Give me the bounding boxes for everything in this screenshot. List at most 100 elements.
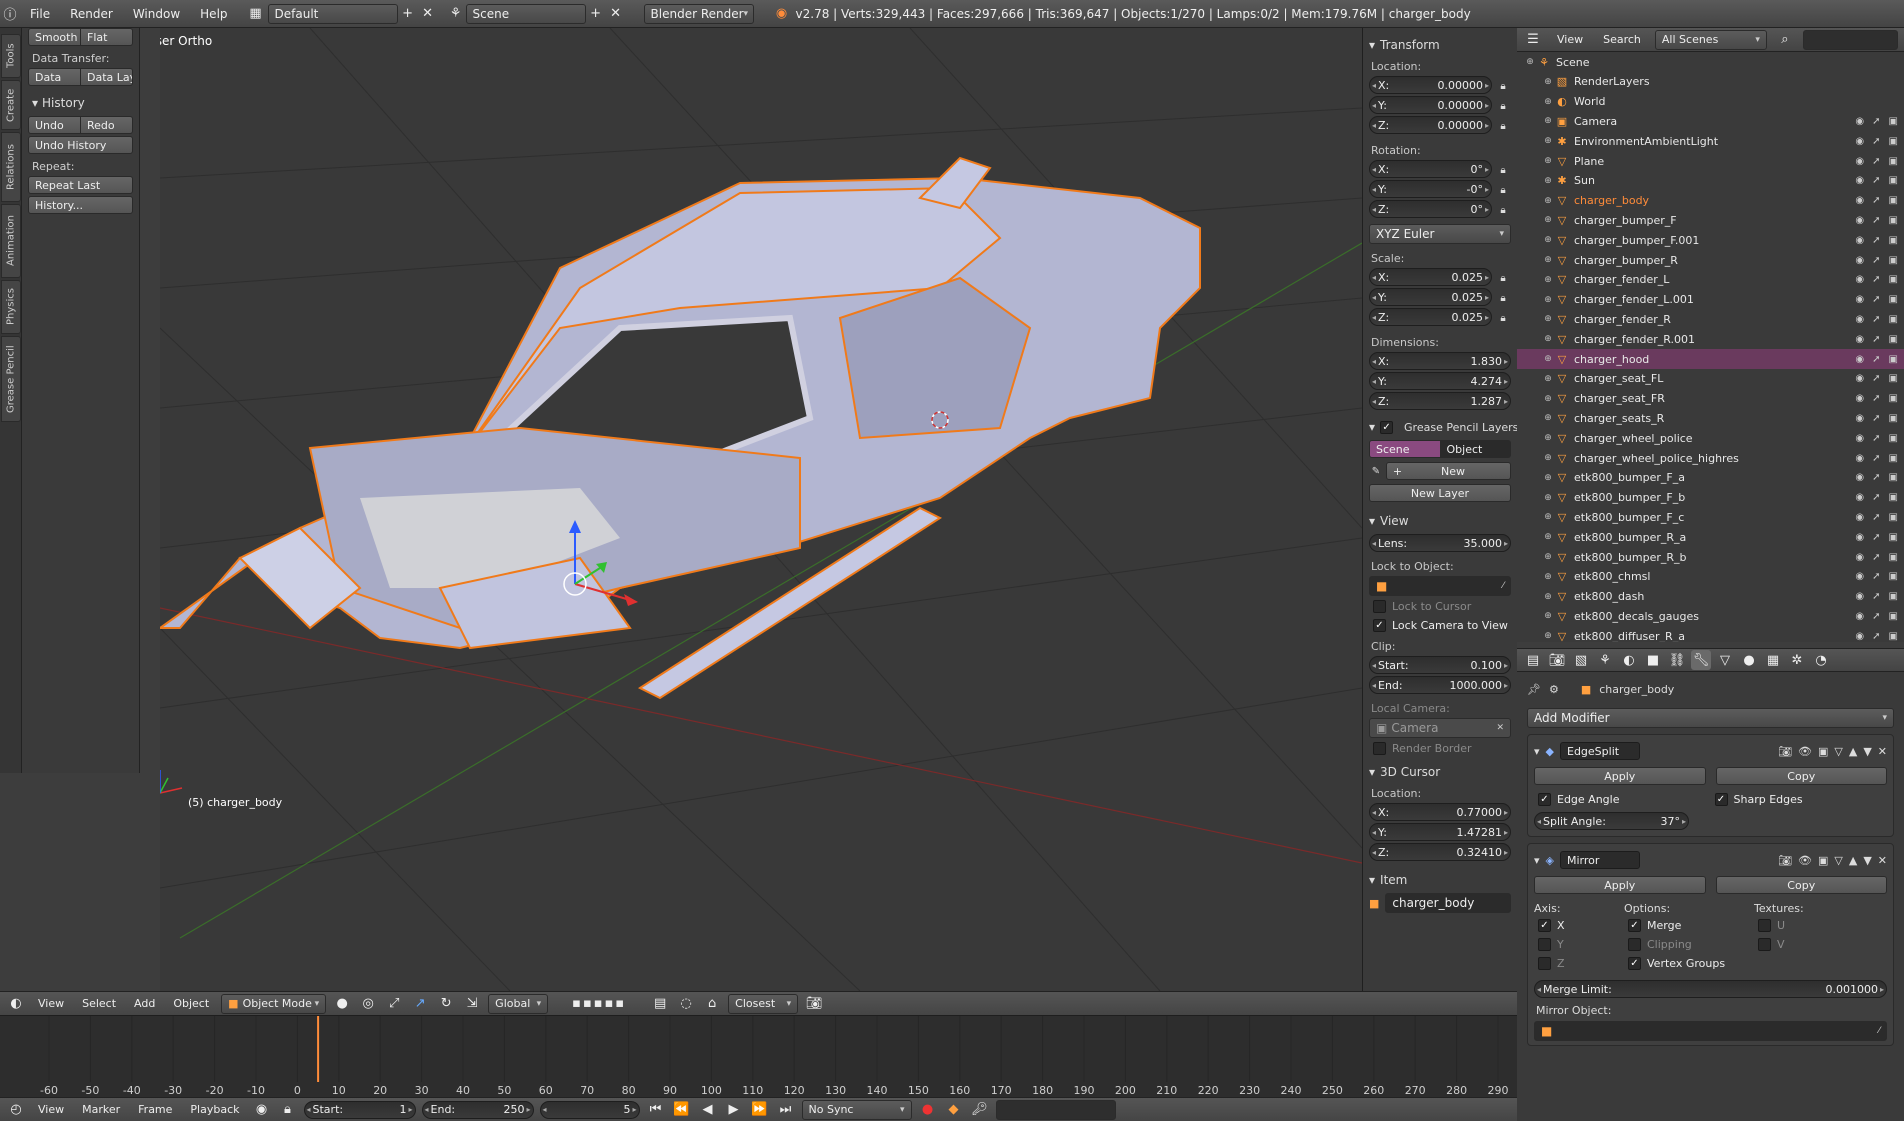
- expand-icon[interactable]: ⊕: [1541, 453, 1555, 463]
- edge-angle-checkbox[interactable]: ✓: [1538, 793, 1551, 806]
- preview-range-icon[interactable]: ◉: [252, 1100, 272, 1120]
- cursor-x-field[interactable]: X:0.77000: [1369, 803, 1511, 821]
- expand-icon[interactable]: ⊕: [1541, 334, 1555, 344]
- cursor-icon[interactable]: ➚: [1872, 195, 1880, 206]
- expand-icon[interactable]: ⊕: [1541, 611, 1555, 621]
- pivot-icon[interactable]: ◎: [358, 994, 378, 1014]
- move-up-icon[interactable]: ▲: [1849, 745, 1857, 758]
- eye-icon[interactable]: ◉: [1855, 591, 1864, 602]
- snap-icon[interactable]: ⌂: [702, 994, 722, 1014]
- menu-window[interactable]: Window: [123, 7, 190, 21]
- outliner-editor-icon[interactable]: ☰: [1523, 30, 1543, 50]
- cursor-icon[interactable]: ➚: [1872, 136, 1880, 147]
- scene-tab-icon[interactable]: ⚘: [1595, 650, 1615, 670]
- cursor-y-field[interactable]: Y:1.47281: [1369, 823, 1511, 841]
- data-tab-icon[interactable]: ▽: [1715, 650, 1735, 670]
- undo-button[interactable]: Undo: [28, 116, 81, 134]
- cursor-icon[interactable]: ➚: [1872, 156, 1880, 167]
- eye-icon[interactable]: ◉: [1855, 631, 1864, 642]
- cursor-icon[interactable]: ➚: [1872, 492, 1880, 503]
- eye-icon[interactable]: ◉: [1855, 512, 1864, 523]
- expand-icon[interactable]: ⊕: [1541, 116, 1555, 126]
- eye-icon[interactable]: ◉: [1855, 294, 1864, 305]
- mode-select[interactable]: ■ Object Mode ▾: [221, 993, 327, 1014]
- cursor-icon[interactable]: ➚: [1872, 373, 1880, 384]
- expand-icon[interactable]: ⊕: [1541, 314, 1555, 324]
- outliner-row[interactable]: ⊕ ▽ charger_bumper_R ◉ ➚ ▣: [1517, 250, 1904, 270]
- chevron-down-icon[interactable]: ▾: [1534, 854, 1540, 867]
- outliner-row[interactable]: ⊕ ▽ etk800_dash ◉ ➚ ▣: [1517, 587, 1904, 607]
- cursor-icon[interactable]: ➚: [1872, 472, 1880, 483]
- start-frame-field[interactable]: Start:1: [303, 1100, 416, 1119]
- outliner-row[interactable]: ⊕ ▽ charger_bumper_F ◉ ➚ ▣: [1517, 210, 1904, 230]
- cursor-icon[interactable]: ➚: [1872, 413, 1880, 424]
- axis-z-row[interactable]: Z: [1538, 957, 1624, 970]
- expand-icon[interactable]: ⊕: [1541, 413, 1555, 423]
- 3d-cursor-panel-header[interactable]: ▾ 3D Cursor: [1369, 765, 1511, 779]
- expand-icon[interactable]: ⊕: [1541, 394, 1555, 404]
- end-frame-field[interactable]: End:250: [421, 1100, 534, 1119]
- camera-icon[interactable]: ▣: [1889, 591, 1898, 602]
- rotate-icon[interactable]: ↻: [436, 994, 456, 1014]
- object-tab-icon[interactable]: ■: [1643, 650, 1663, 670]
- apply-button[interactable]: Apply: [1534, 767, 1706, 785]
- repeat-last-button[interactable]: Repeat Last: [28, 176, 133, 194]
- data-layout-button[interactable]: Data Lay: [81, 68, 133, 86]
- tab-create[interactable]: Create: [1, 80, 21, 130]
- scale-icon[interactable]: ⇲: [462, 994, 482, 1014]
- translate-icon[interactable]: ↗: [410, 994, 430, 1014]
- lock-to-cursor-checkbox[interactable]: [1373, 600, 1386, 613]
- layout-grid-icon[interactable]: ▦: [246, 4, 266, 24]
- lock-to-cursor-row[interactable]: Lock to Cursor: [1373, 600, 1511, 613]
- outliner-row[interactable]: ⊕ ▽ etk800_chmsl ◉ ➚ ▣: [1517, 567, 1904, 587]
- texture-v-row[interactable]: V: [1758, 938, 1804, 951]
- transform-panel-header[interactable]: ▾ Transform: [1369, 38, 1511, 52]
- expand-icon[interactable]: ⊕: [1541, 592, 1555, 602]
- cursor-icon[interactable]: ➚: [1872, 591, 1880, 602]
- camera-icon[interactable]: ▣: [1889, 373, 1898, 384]
- sharp-edges-checkbox[interactable]: ✓: [1714, 793, 1728, 806]
- expand-icon[interactable]: ⊕: [1523, 57, 1537, 67]
- expand-icon[interactable]: ⊕: [1541, 176, 1555, 186]
- cursor-icon[interactable]: ➚: [1872, 175, 1880, 186]
- camera-icon[interactable]: ▣: [1889, 552, 1898, 563]
- eye-icon[interactable]: ◉: [1855, 413, 1864, 424]
- eyedropper-icon[interactable]: ⁄: [1502, 581, 1504, 591]
- frame-menu[interactable]: Frame: [132, 1103, 178, 1116]
- material-tab-icon[interactable]: ●: [1739, 650, 1759, 670]
- outliner-row[interactable]: ⊕ ▧ RenderLayers: [1517, 72, 1904, 92]
- outliner-row[interactable]: ⊕ ▽ charger_fender_L ◉ ➚ ▣: [1517, 270, 1904, 290]
- location-y-field[interactable]: Y:0.00000: [1369, 96, 1492, 114]
- camera-icon[interactable]: ▣: [1889, 631, 1898, 642]
- add-modifier-select[interactable]: Add Modifier ▾: [1527, 708, 1894, 728]
- record-icon[interactable]: ●: [918, 1100, 938, 1120]
- outliner-row[interactable]: ⊕ ▽ etk800_bumper_R_a ◉ ➚ ▣: [1517, 527, 1904, 547]
- outliner-search-input[interactable]: [1802, 29, 1898, 50]
- cursor-icon[interactable]: ➚: [1872, 512, 1880, 523]
- render-tab-icon[interactable]: 📷︎: [1547, 650, 1567, 670]
- expand-icon[interactable]: ⊕: [1541, 215, 1555, 225]
- grease-pencil-panel-header[interactable]: ▾ ✓ Grease Pencil Layers: [1369, 420, 1518, 434]
- camera-icon[interactable]: ▣: [1889, 116, 1898, 127]
- expand-icon[interactable]: ⊕: [1541, 493, 1555, 503]
- close-icon[interactable]: ✕: [1878, 854, 1887, 867]
- render-border-row[interactable]: Render Border: [1373, 742, 1511, 755]
- vertex-groups-checkbox[interactable]: ✓: [1628, 957, 1641, 970]
- camera-icon[interactable]: ▣: [1889, 433, 1898, 444]
- remove-layout-icon[interactable]: ✕: [418, 4, 438, 24]
- eye-icon[interactable]: ◉: [1855, 373, 1864, 384]
- keying-set-field[interactable]: [995, 1099, 1116, 1120]
- scene-field[interactable]: Scene: [465, 3, 586, 24]
- timeline[interactable]: -60 -50 -40 -30 -20 -10 0 10 20 30 40 50 60 70 80 90 100…: [0, 1015, 1517, 1097]
- eye-icon[interactable]: 👁︎: [1798, 745, 1812, 758]
- texture-u-row[interactable]: U: [1758, 919, 1804, 932]
- expand-icon[interactable]: ⊕: [1541, 97, 1555, 107]
- cursor-icon[interactable]: ➚: [1872, 552, 1880, 563]
- cursor-z-field[interactable]: Z:0.32410: [1369, 843, 1511, 861]
- outliner-row[interactable]: ⊕ ▽ etk800_bumper_F_c ◉ ➚ ▣: [1517, 507, 1904, 527]
- camera-icon[interactable]: ▣: [1889, 472, 1898, 483]
- copy-button[interactable]: Copy: [1715, 876, 1887, 894]
- play-icon[interactable]: ▶: [724, 1100, 744, 1120]
- eye-icon[interactable]: ◉: [1855, 235, 1864, 246]
- render-toggle-icon[interactable]: 📷︎: [1778, 745, 1792, 758]
